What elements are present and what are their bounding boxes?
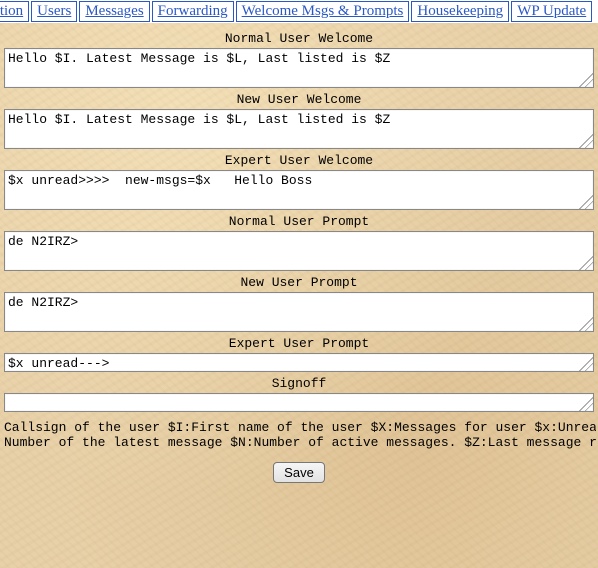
label-normal-user-prompt: Normal User Prompt <box>2 210 596 231</box>
input-expert-user-prompt[interactable] <box>4 353 594 372</box>
tab-forwarding[interactable]: Forwarding <box>152 1 234 22</box>
tab-wp-update[interactable]: WP Update <box>511 1 592 22</box>
label-expert-user-welcome: Expert User Welcome <box>2 149 596 170</box>
tab-welcome-msgs-prompts[interactable]: Welcome Msgs & Prompts <box>236 1 410 22</box>
label-normal-user-welcome: Normal User Welcome <box>2 27 596 48</box>
tab-housekeeping[interactable]: Housekeeping <box>411 1 509 22</box>
tab-messages[interactable]: Messages <box>79 1 149 22</box>
input-signoff[interactable] <box>4 393 594 412</box>
input-expert-user-welcome[interactable] <box>4 170 594 210</box>
help-line-1: Callsign of the user $I:First name of th… <box>4 420 594 435</box>
tab-users[interactable]: Users <box>31 1 77 22</box>
input-new-user-welcome[interactable] <box>4 109 594 149</box>
save-button[interactable]: Save <box>273 462 325 483</box>
form-content: Normal User Welcome New User Welcome Exp… <box>0 23 598 499</box>
input-new-user-prompt[interactable] <box>4 292 594 332</box>
label-signoff: Signoff <box>2 372 596 393</box>
label-expert-user-prompt: Expert User Prompt <box>2 332 596 353</box>
input-normal-user-prompt[interactable] <box>4 231 594 271</box>
label-new-user-welcome: New User Welcome <box>2 88 596 109</box>
input-normal-user-welcome[interactable] <box>4 48 594 88</box>
save-row: Save <box>2 454 596 491</box>
help-text: Callsign of the user $I:First name of th… <box>2 412 596 454</box>
label-new-user-prompt: New User Prompt <box>2 271 596 292</box>
tab-bar: iration Users Messages Forwarding Welcom… <box>0 0 598 23</box>
tab-configuration[interactable]: iration <box>0 1 29 22</box>
help-line-2: Number of the latest message $N:Number o… <box>4 435 594 450</box>
